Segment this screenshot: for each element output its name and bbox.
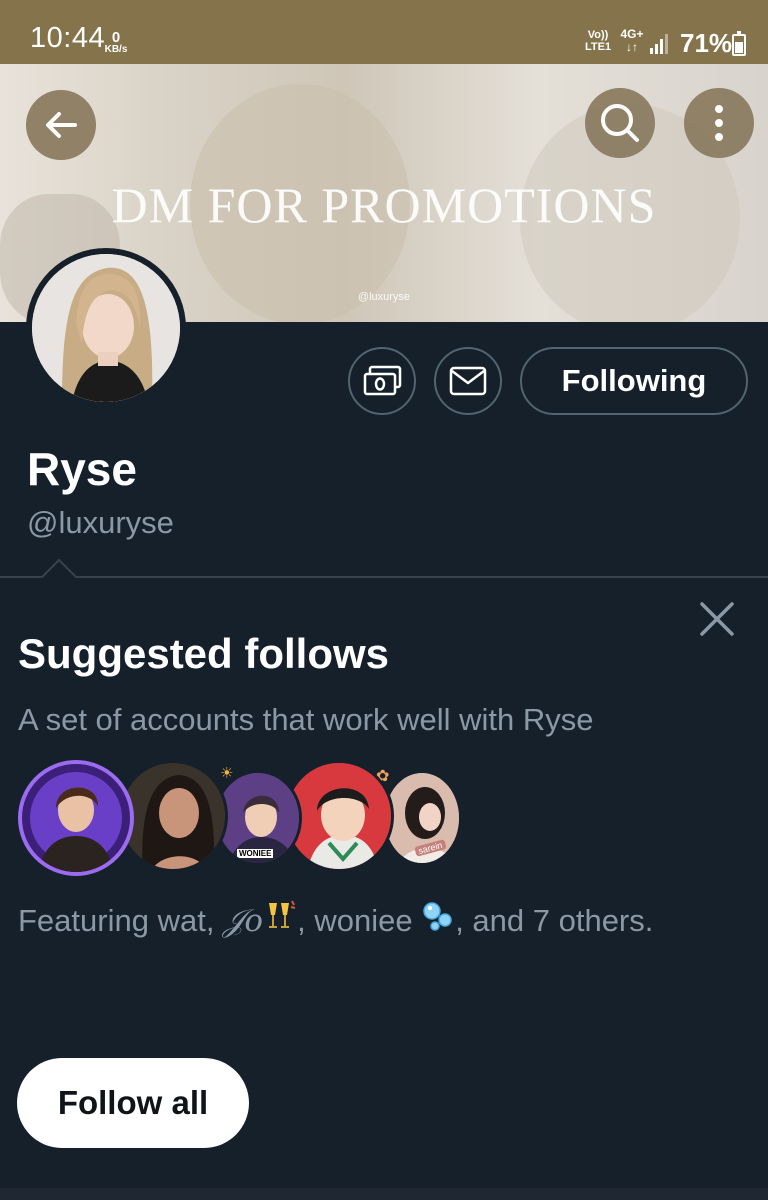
bottom-edge	[0, 1188, 768, 1200]
avatar-badge: WONIEE	[237, 849, 274, 858]
suggested-avatar[interactable]	[118, 760, 228, 872]
battery-icon	[732, 31, 746, 56]
battery-percent: 71%	[680, 28, 733, 58]
arrow-left-icon	[46, 112, 77, 138]
back-button[interactable]	[26, 90, 96, 160]
following-button[interactable]: Following	[520, 347, 748, 415]
bubbles-icon	[421, 897, 455, 949]
signal-icon	[650, 34, 670, 54]
money-icon	[363, 365, 402, 396]
sun-icon: ☀	[220, 765, 234, 782]
more-options-button[interactable]	[684, 88, 754, 158]
more-vertical-icon	[715, 105, 723, 141]
close-icon	[700, 602, 734, 636]
dismiss-button[interactable]	[698, 600, 736, 638]
banner-text: DM FOR PROMOTIONS	[111, 177, 657, 233]
profile-avatar[interactable]	[26, 248, 186, 408]
status-bar: 10:44 0 KB/s Vo)) LTE1 4G+ ↓↑ 71%	[0, 0, 768, 64]
search-icon	[601, 104, 639, 142]
champagne-icon	[263, 897, 297, 949]
suggested-avatars[interactable]: sarein ✿ WONIEE ☀	[18, 760, 478, 876]
featured-account-name: 𝒥𝑜	[223, 903, 264, 939]
network-type: 4G+ ↓↑	[620, 27, 644, 54]
search-button[interactable]	[585, 88, 655, 158]
featuring-text: Featuring wat, 𝒥𝑜, woniee , and 7 others…	[18, 895, 718, 949]
user-handle: @luxuryse	[27, 505, 174, 540]
message-button[interactable]	[434, 347, 502, 415]
suggested-avatar[interactable]: sarein	[382, 770, 462, 866]
envelope-icon	[449, 366, 487, 396]
suggested-follows-title: Suggested follows	[18, 630, 390, 677]
network-speed: 0 KB/s	[104, 29, 128, 55]
tip-button[interactable]	[348, 347, 416, 415]
divider	[0, 576, 768, 578]
follow-all-button[interactable]: Follow all	[17, 1058, 249, 1148]
suggested-follows-subtitle: A set of accounts that work well with Ry…	[18, 702, 594, 737]
volte-indicator: Vo)) LTE1	[584, 29, 612, 53]
status-time: 10:44	[30, 22, 106, 54]
display-name: Ryse	[27, 443, 137, 495]
caret-pointer	[40, 558, 78, 596]
suggested-avatar[interactable]	[18, 760, 134, 876]
